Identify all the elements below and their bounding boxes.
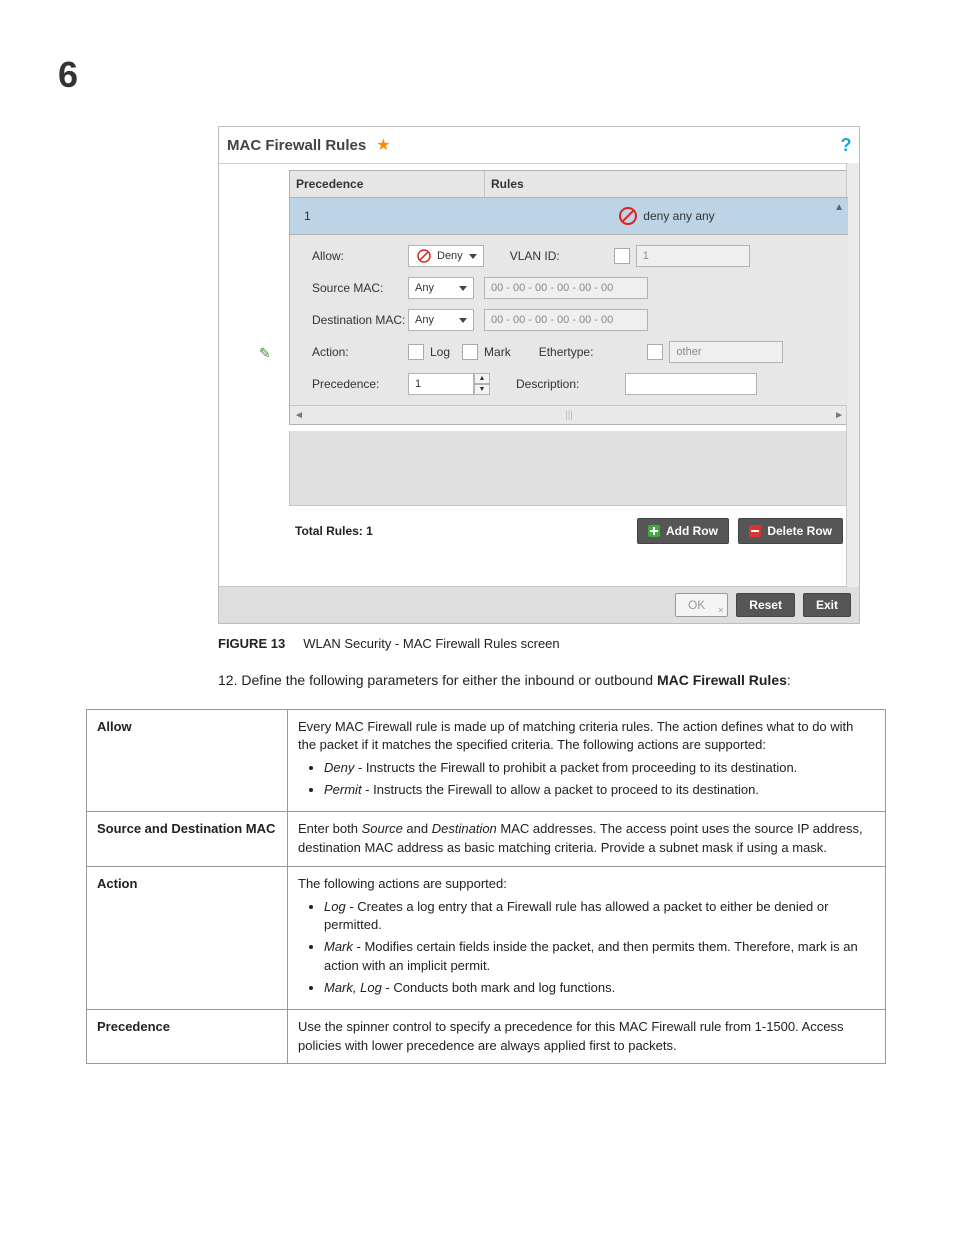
close-x-icon: × [718,605,723,615]
reset-button[interactable]: Reset [736,593,795,617]
rule-row[interactable]: 1 deny any any ▲ [290,197,848,234]
source-mac-input[interactable]: 00 - 00 - 00 - 00 - 00 - 00 [484,277,648,299]
step-up-icon[interactable]: ▲ [474,373,490,384]
rule-summary: deny any any [643,209,714,223]
param-allow-key: Allow [87,709,288,811]
source-mac-mode-dropdown[interactable]: Any [408,277,474,299]
param-action-key: Action [87,866,288,1009]
description-input[interactable] [625,373,757,395]
help-icon[interactable]: ? [833,135,859,156]
panel-title: MAC Firewall Rules [219,137,374,154]
edit-pencil-icon[interactable]: ✎ [259,345,271,362]
scroll-up-icon[interactable]: ▲ [834,202,844,213]
description-label: Description: [516,377,579,391]
column-header-rules[interactable]: Rules [485,171,848,197]
plus-icon [648,525,660,537]
param-allow-value: Every MAC Firewall rule is made up of ma… [288,709,886,811]
chapter-number: 6 [58,54,894,96]
chevron-down-icon [469,254,477,259]
action-label: Action: [312,345,408,359]
vlan-label: VLAN ID: [510,249,560,263]
chevron-down-icon [459,286,467,291]
table-row: Allow Every MAC Firewall rule is made up… [87,709,886,811]
add-row-button[interactable]: Add Row [637,518,729,544]
step-down-icon[interactable]: ▼ [474,384,490,395]
scroll-right-icon[interactable]: ► [834,410,844,421]
source-mac-mode: Any [415,282,434,294]
required-star-icon: ★ [376,135,390,155]
exit-button[interactable]: Exit [803,593,851,617]
deny-icon [619,207,637,225]
column-header-precedence[interactable]: Precedence [290,171,485,197]
source-mac-label: Source MAC: [312,281,408,295]
table-row: Source and Destination MAC Enter both So… [87,811,886,866]
allow-dropdown[interactable]: Deny [408,245,484,267]
allow-label: Allow: [312,249,408,263]
ethertype-input[interactable]: other [669,341,783,363]
chevron-down-icon [459,318,467,323]
precedence-label: Precedence: [312,377,408,391]
dest-mac-input[interactable]: 00 - 00 - 00 - 00 - 00 - 00 [484,309,648,331]
table-row: Action The following actions are support… [87,866,886,1009]
precedence-value[interactable]: 1 [408,373,474,395]
step-12: 12. Define the following parameters for … [218,671,894,691]
param-action-value: The following actions are supported: Log… [288,866,886,1009]
rule-precedence-value: 1 [290,209,486,223]
ok-button[interactable]: OK× [675,593,728,617]
dest-mac-mode: Any [415,314,434,326]
ethertype-label: Ethertype: [539,345,594,359]
ethertype-checkbox[interactable] [647,344,663,360]
allow-value: Deny [437,250,463,262]
dest-mac-mode-dropdown[interactable]: Any [408,309,474,331]
scroll-left-icon[interactable]: ◄ [294,410,304,421]
param-precedence-value: Use the spinner control to specify a pre… [288,1009,886,1064]
dest-mac-label: Destination MAC: [312,313,408,327]
figure-caption: WLAN Security - MAC Firewall Rules scree… [303,636,559,651]
log-checkbox[interactable] [408,344,424,360]
horizontal-scrollbar[interactable]: ◄|||► [290,405,848,424]
vlan-checkbox[interactable] [614,248,630,264]
mark-label: Mark [484,345,511,359]
param-sdmac-value: Enter both Source and Destination MAC ad… [288,811,886,866]
table-row: Precedence Use the spinner control to sp… [87,1009,886,1064]
log-label: Log [430,345,450,359]
total-rules-label: Total Rules: 1 [295,524,373,538]
mark-checkbox[interactable] [462,344,478,360]
figure-label: FIGURE 13 [218,636,285,651]
param-sdmac-key: Source and Destination MAC [87,811,288,866]
parameter-table: Allow Every MAC Firewall rule is made up… [86,709,886,1065]
precedence-stepper[interactable]: 1 ▲▼ [408,373,490,395]
param-precedence-key: Precedence [87,1009,288,1064]
delete-row-button[interactable]: Delete Row [738,518,843,544]
screenshot-panel: MAC Firewall Rules ★ ? Precedence Rules … [218,126,860,624]
vlan-input[interactable]: 1 [636,245,750,267]
minus-icon [749,525,761,537]
